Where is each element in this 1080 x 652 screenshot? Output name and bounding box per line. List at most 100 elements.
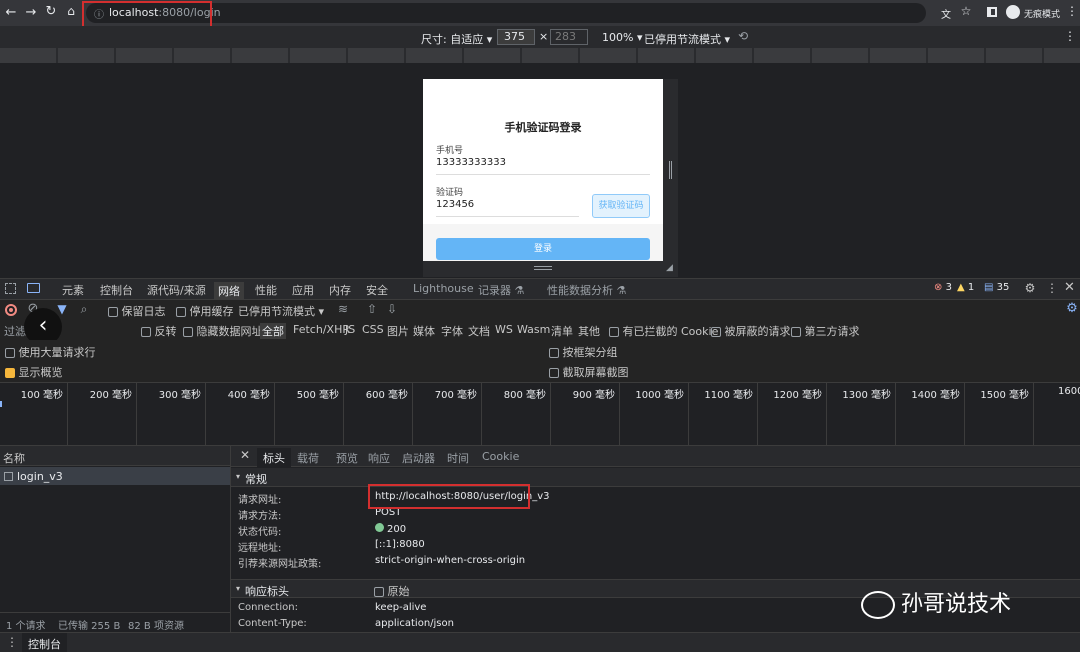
network-overview-timeline[interactable]: 100 毫秒 200 毫秒 300 毫秒 400 毫秒 500 毫秒 600 毫秒 700 …: [0, 382, 1080, 446]
details-tab-6[interactable]: Cookie: [482, 450, 519, 463]
network-settings-icon[interactable]: ⚙: [1066, 301, 1078, 316]
height-input[interactable]: 283: [550, 29, 588, 45]
filter-icon[interactable]: ▼: [56, 302, 68, 316]
devtools-tab-6[interactable]: 内存: [329, 282, 351, 298]
big-rows-box[interactable]: [5, 348, 15, 358]
request-row[interactable]: login_v3: [0, 467, 230, 485]
filter-type-1[interactable]: Fetch/XHR: [293, 323, 350, 336]
filter-type-0[interactable]: 全部: [260, 323, 286, 339]
filter-type-10[interactable]: 清单: [551, 323, 573, 339]
disable-cache-box[interactable]: [176, 307, 186, 317]
show-overview-checkbox[interactable]: 显示概览: [5, 364, 63, 380]
address-bar[interactable]: ⓘ localhost:8080/login: [86, 3, 926, 23]
devtools-tab-9[interactable]: 记录器 ⚗: [478, 282, 524, 298]
filter-type-8[interactable]: WS: [495, 323, 513, 336]
devtools-tab-7[interactable]: 安全: [366, 282, 388, 298]
preserve-log-box[interactable]: [108, 307, 118, 317]
devtools-tab-4[interactable]: 性能: [255, 282, 277, 298]
settings-gear-icon[interactable]: ⚙: [1024, 281, 1036, 295]
network-throttle-select[interactable]: 已停用节流模式 ▾: [238, 303, 324, 319]
drawer-menu-icon[interactable]: ⋮: [6, 635, 18, 649]
disable-cache-checkbox[interactable]: 停用缓存: [176, 303, 234, 319]
invert-checkbox[interactable]: 反转: [141, 323, 177, 339]
filter-type-6[interactable]: 字体: [441, 323, 463, 339]
inspect-icon[interactable]: [5, 283, 16, 294]
devtools-tab-8[interactable]: Lighthouse: [413, 282, 474, 295]
reload-icon[interactable]: ↻: [44, 4, 58, 19]
third-party-checkbox[interactable]: 第三方请求: [791, 323, 860, 339]
resize-handle-bottom-icon[interactable]: [534, 266, 552, 270]
devtools-tab-3[interactable]: 网络: [214, 282, 244, 302]
wifi-icon[interactable]: ≋: [336, 302, 350, 316]
group-by-frame-box[interactable]: [549, 348, 559, 358]
hide-data-urls-box[interactable]: [183, 327, 193, 337]
menu-dots-icon[interactable]: ⋮: [1066, 4, 1078, 18]
rotate-icon[interactable]: ⟲: [736, 29, 750, 43]
request-list-header[interactable]: 名称: [0, 446, 230, 466]
filter-type-11[interactable]: 其他: [578, 323, 600, 339]
details-tab-5[interactable]: 时间: [447, 450, 469, 466]
group-by-frame-checkbox[interactable]: 按框架分组: [549, 344, 618, 360]
general-section-header[interactable]: ▾ 常规: [231, 468, 1080, 487]
resize-corner-icon[interactable]: ◢: [666, 263, 673, 273]
devtools-menu-icon[interactable]: ⋮: [1046, 281, 1058, 295]
device-size-select[interactable]: 尺寸: 自适应 ▾: [421, 31, 492, 47]
third-party-box[interactable]: [791, 327, 801, 337]
devtools-tab-10[interactable]: 性能数据分析 ⚗: [547, 282, 626, 298]
details-tab-1[interactable]: 载荷: [297, 450, 319, 466]
media-query-ruler[interactable]: [0, 48, 1080, 63]
device-menu-icon[interactable]: ⋮: [1064, 29, 1076, 43]
preserve-log-checkbox[interactable]: 保留日志: [108, 303, 166, 319]
star-icon[interactable]: ☆: [960, 4, 972, 18]
sidepanel-icon[interactable]: [987, 7, 997, 17]
devtools-tab-2[interactable]: 源代码/来源: [147, 282, 206, 298]
blocked-requests-checkbox[interactable]: 被屏蔽的请求: [711, 323, 791, 339]
raw-box[interactable]: [374, 587, 384, 597]
filter-type-3[interactable]: CSS: [362, 323, 384, 336]
throttle-select[interactable]: 已停用节流模式 ▾: [644, 31, 730, 47]
devtools-tab-5[interactable]: 应用: [292, 282, 314, 298]
devtools-tab-1[interactable]: 控制台: [100, 282, 133, 298]
width-input[interactable]: 375: [497, 29, 535, 45]
device-mode-icon[interactable]: [27, 283, 40, 293]
hide-data-urls-checkbox[interactable]: 隐藏数据网址: [183, 323, 263, 339]
big-rows-checkbox[interactable]: 使用大量请求行: [5, 344, 96, 360]
home-icon[interactable]: ⌂: [64, 4, 78, 18]
filter-type-2[interactable]: JS: [345, 323, 355, 336]
record-icon[interactable]: [5, 304, 17, 316]
export-har-icon[interactable]: ⇩: [386, 302, 398, 316]
blocked-cookies-box[interactable]: [609, 327, 619, 337]
screenshots-box[interactable]: [549, 368, 559, 378]
filter-type-9[interactable]: Wasm: [517, 323, 550, 336]
invert-box[interactable]: [141, 327, 151, 337]
blocked-requests-box[interactable]: [711, 327, 721, 337]
warning-count[interactable]: ▲ 1: [957, 282, 974, 293]
details-tab-4[interactable]: 启动器: [402, 450, 435, 466]
blocked-cookies-checkbox[interactable]: 有已拦截的 Cookie: [609, 323, 718, 339]
import-har-icon[interactable]: ⇧: [366, 302, 378, 316]
details-tab-2[interactable]: 预览: [336, 450, 358, 466]
details-tab-0[interactable]: 标头: [257, 448, 291, 468]
back-arrow-icon[interactable]: ←: [4, 5, 18, 20]
details-tab-3[interactable]: 响应: [368, 450, 390, 466]
show-overview-box[interactable]: [5, 368, 15, 378]
message-count[interactable]: ▤ 35: [984, 282, 1009, 293]
zoom-select[interactable]: 100% ▾: [602, 31, 642, 44]
incognito-icon[interactable]: [1006, 5, 1020, 19]
close-devtools-icon[interactable]: ✕: [1064, 280, 1075, 295]
filter-type-4[interactable]: 图片: [387, 323, 409, 339]
filter-type-7[interactable]: 文档: [468, 323, 490, 339]
raw-checkbox[interactable]: 原始: [374, 583, 410, 599]
console-tab[interactable]: 控制台: [22, 633, 67, 652]
search-icon[interactable]: ⌕: [78, 302, 90, 317]
code-input[interactable]: 123456: [436, 199, 579, 217]
resize-handle-right-icon[interactable]: [669, 161, 672, 179]
filter-type-5[interactable]: 媒体: [413, 323, 435, 339]
close-details-icon[interactable]: ✕: [240, 448, 250, 462]
login-button[interactable]: 登录: [436, 238, 650, 260]
screenshots-checkbox[interactable]: 截取屏幕截图: [549, 364, 629, 380]
phone-input[interactable]: 13333333333: [436, 157, 650, 175]
translate-icon[interactable]: 文: [940, 6, 952, 21]
forward-arrow-icon[interactable]: →: [24, 5, 38, 20]
error-count[interactable]: ⊗ 3: [934, 282, 952, 293]
